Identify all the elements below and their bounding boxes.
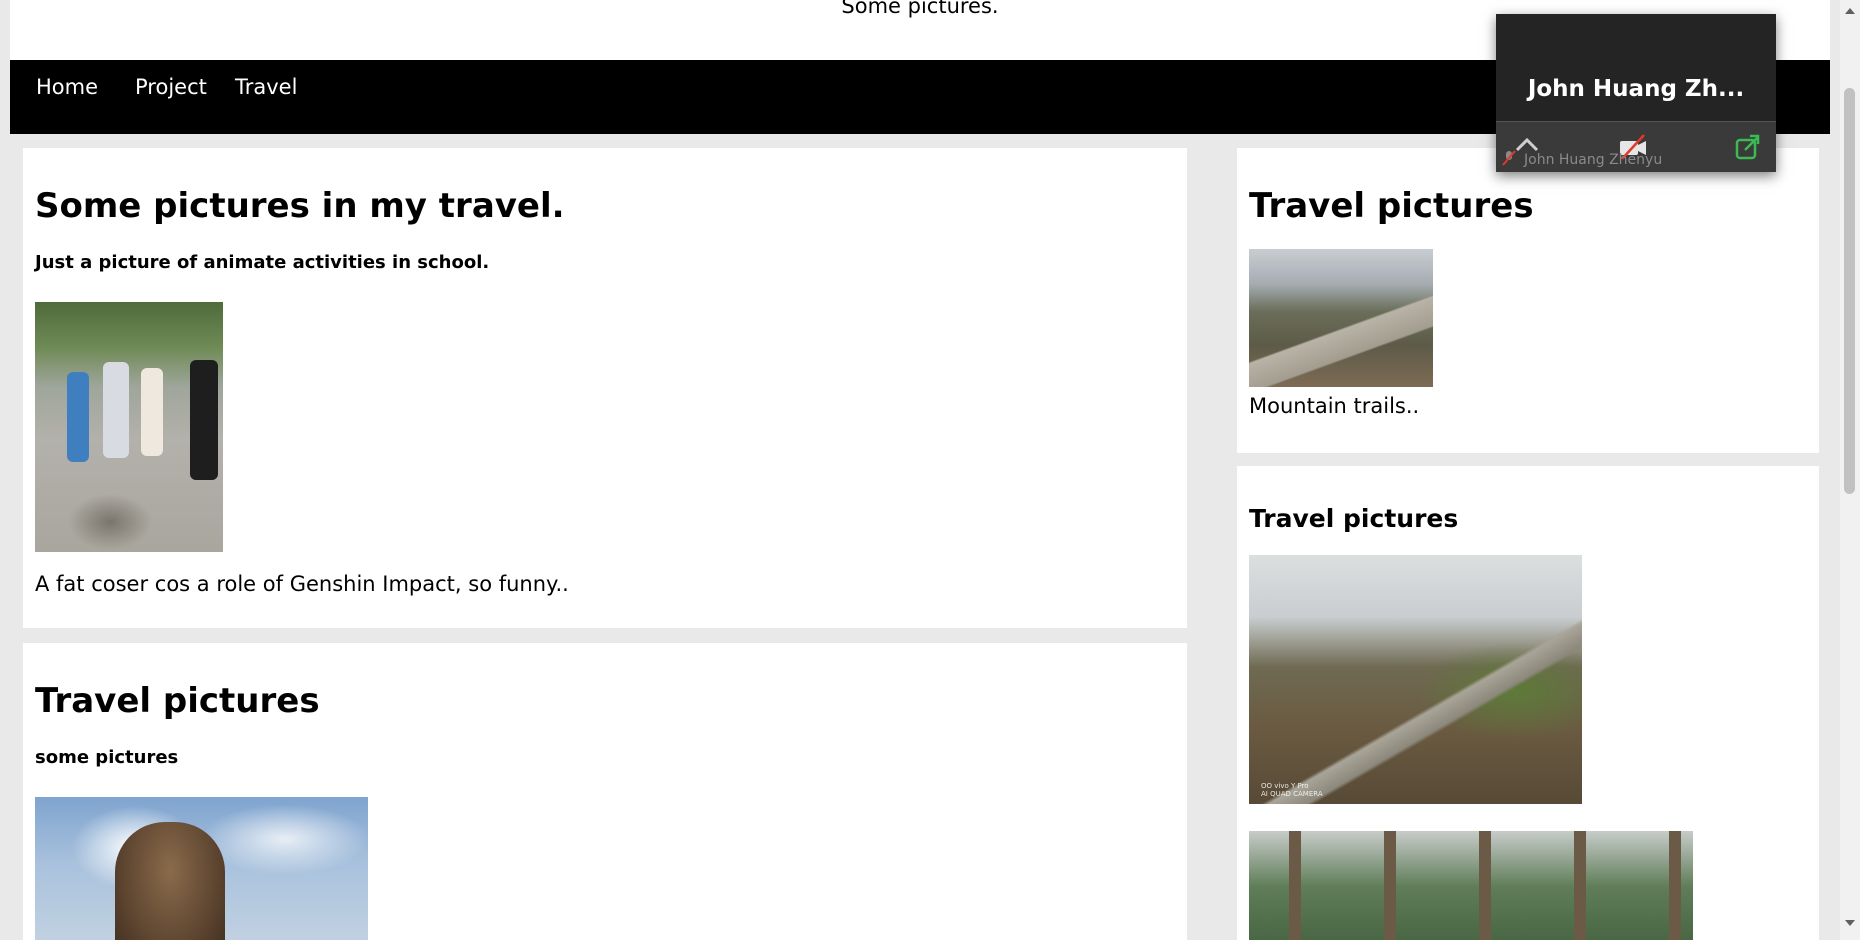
nav-home-link[interactable]: Home: [36, 73, 98, 101]
sidebar-card-travel: Travel pictures OO vivo Y Pro AI QUAD CA…: [1237, 466, 1819, 940]
nav-travel-link[interactable]: Travel: [235, 73, 297, 101]
sidebar-card-trail: Travel pictures Mountain trails..: [1237, 148, 1819, 453]
nav-project-link[interactable]: Project: [135, 73, 207, 101]
main-card-travel: Travel pictures some pictures: [23, 643, 1187, 940]
meeting-popup[interactable]: John Huang Zh... John Huang Zhenyu: [1496, 14, 1776, 172]
cosplay-photo: [35, 302, 223, 552]
card-caption: A fat coser cos a role of Genshin Impact…: [35, 572, 569, 596]
valley-trail-photo: OO vivo Y Pro AI QUAD CAMERA: [1249, 555, 1582, 804]
main-card-cosplay: Some pictures in my travel. Just a pictu…: [23, 148, 1187, 628]
card-title: Some pictures in my travel.: [35, 186, 565, 226]
card-title: Travel pictures: [1249, 186, 1534, 226]
card-title: Travel pictures: [1249, 504, 1459, 533]
scroll-up-arrow-icon[interactable]: [1845, 8, 1855, 14]
card-caption: Mountain trails..: [1249, 394, 1420, 418]
card-subtitle: Just a picture of animate activities in …: [35, 252, 490, 273]
meeting-toolbar: John Huang Zhenyu: [1496, 121, 1776, 172]
participant-full-name: John Huang Zhenyu: [1524, 152, 1663, 168]
card-title: Travel pictures: [35, 681, 320, 721]
external-link-icon[interactable]: [1730, 132, 1764, 162]
participant-name: John Huang Zh...: [1527, 76, 1745, 102]
mountain-trail-photo: [1249, 249, 1433, 387]
scrollbar-thumb[interactable]: [1844, 88, 1855, 494]
page-scrollbar[interactable]: [1840, 0, 1860, 940]
mic-off-icon: [1502, 150, 1516, 166]
photo-watermark: OO vivo Y Pro AI QUAD CAMERA: [1261, 782, 1323, 798]
forest-photo: [1249, 831, 1693, 940]
buddha-statue-photo: [35, 797, 368, 940]
scroll-down-arrow-icon[interactable]: [1845, 920, 1855, 926]
card-subtitle: some pictures: [35, 747, 179, 768]
